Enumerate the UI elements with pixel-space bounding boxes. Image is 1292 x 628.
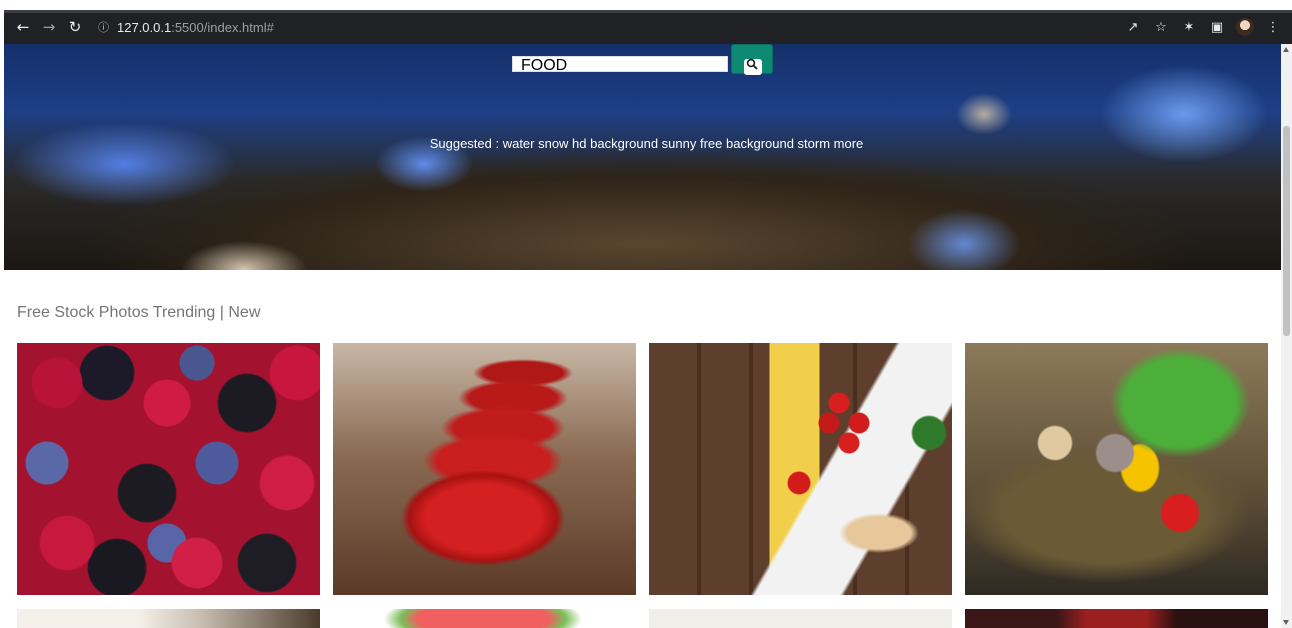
scroll-down-icon[interactable] xyxy=(1283,620,1289,625)
puzzle-icon[interactable]: ✶ xyxy=(1180,20,1198,35)
info-icon[interactable]: ⓘ xyxy=(98,19,109,35)
url-path: :5500/index.html# xyxy=(171,19,274,35)
search-box xyxy=(512,56,728,73)
search-icon xyxy=(746,58,758,70)
star-icon[interactable]: ☆ xyxy=(1152,20,1170,35)
search-input[interactable] xyxy=(513,59,727,73)
photo-card-vegetable-basket[interactable] xyxy=(965,343,1268,595)
photo-card-bottle[interactable] xyxy=(17,609,320,628)
photo-card-red-interior[interactable] xyxy=(965,609,1268,628)
kebab-menu-icon[interactable]: ⋮ xyxy=(1264,20,1282,35)
search-button[interactable] xyxy=(731,44,773,75)
url-host: 127.0.0.1 xyxy=(117,19,172,35)
photo-card-watermelon[interactable] xyxy=(333,609,636,628)
photo-card-tomatoes-pasta[interactable] xyxy=(649,343,952,595)
photo-card-berries[interactable] xyxy=(17,343,320,595)
profile-avatar[interactable] xyxy=(1236,18,1254,36)
toolbar-actions: ↗ ☆ ✶ ▣ ⋮ xyxy=(1124,18,1292,36)
hero-banner: Suggested : water snow hd background sun… xyxy=(4,44,1281,270)
reload-icon[interactable]: ↻ xyxy=(62,18,88,36)
scrollbar-thumb[interactable] xyxy=(1283,126,1290,336)
gallery-title: Free Stock Photos Trending | New xyxy=(17,304,261,321)
sidepanel-icon[interactable]: ▣ xyxy=(1208,20,1226,35)
browser-toolbar: ← → ↻ ⓘ 127.0.0.1:5500/index.html# ↗ ☆ ✶… xyxy=(4,10,1292,44)
scroll-up-icon[interactable] xyxy=(1283,47,1289,52)
page-scrollbar[interactable] xyxy=(1281,44,1292,628)
forward-icon[interactable]: → xyxy=(36,18,62,36)
back-icon[interactable]: ← xyxy=(10,18,36,36)
window-top-strip xyxy=(0,0,1292,10)
share-icon[interactable]: ↗ xyxy=(1124,20,1142,35)
photo-card-apples[interactable] xyxy=(333,343,636,595)
photo-card-light-food[interactable] xyxy=(649,609,952,628)
address-bar[interactable]: ⓘ 127.0.0.1:5500/index.html# xyxy=(98,14,1108,40)
tab-strip-edge xyxy=(4,10,1292,13)
suggested-searches[interactable]: Suggested : water snow hd background sun… xyxy=(4,136,1281,151)
